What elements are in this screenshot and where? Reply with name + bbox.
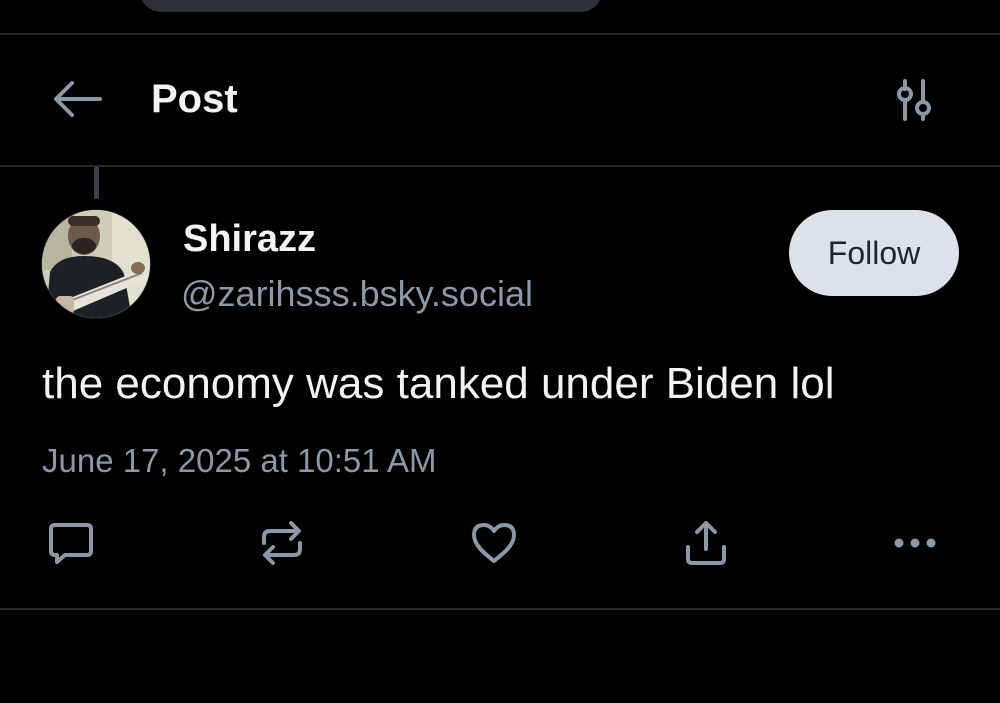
reply-bubble-icon [45, 517, 97, 569]
post-text: the economy was tanked under Biden lol [42, 359, 835, 408]
browser-address-pill[interactable] [140, 0, 602, 12]
author-handle[interactable]: @zarihsss.bsky.social [181, 272, 533, 316]
follow-button[interactable]: Follow [789, 210, 959, 296]
share-icon [680, 517, 732, 569]
back-button[interactable] [48, 77, 108, 121]
post-thread-screen: Post Shirazz @zarihsss.bsky.social Follo… [0, 0, 1000, 703]
arrow-left-icon [48, 77, 104, 121]
header-bar: Post [0, 35, 1000, 166]
repost-button[interactable] [255, 516, 309, 570]
header-divider [0, 165, 1000, 167]
avatar[interactable] [42, 210, 150, 318]
post-timestamp[interactable]: June 17, 2025 at 10:51 AM [42, 441, 436, 481]
more-options-button[interactable] [888, 516, 942, 570]
share-button[interactable] [679, 516, 733, 570]
repost-icon [256, 517, 308, 569]
heart-icon [468, 517, 520, 569]
thread-settings-button[interactable] [888, 77, 940, 125]
more-dots-icon [889, 517, 941, 569]
thread-connector-line [94, 167, 99, 199]
reply-button[interactable] [44, 516, 98, 570]
author-display-name[interactable]: Shirazz [183, 216, 316, 262]
like-button[interactable] [467, 516, 521, 570]
post-bottom-divider [0, 608, 1000, 610]
page-title: Post [151, 77, 238, 121]
sliders-icon [890, 77, 938, 125]
